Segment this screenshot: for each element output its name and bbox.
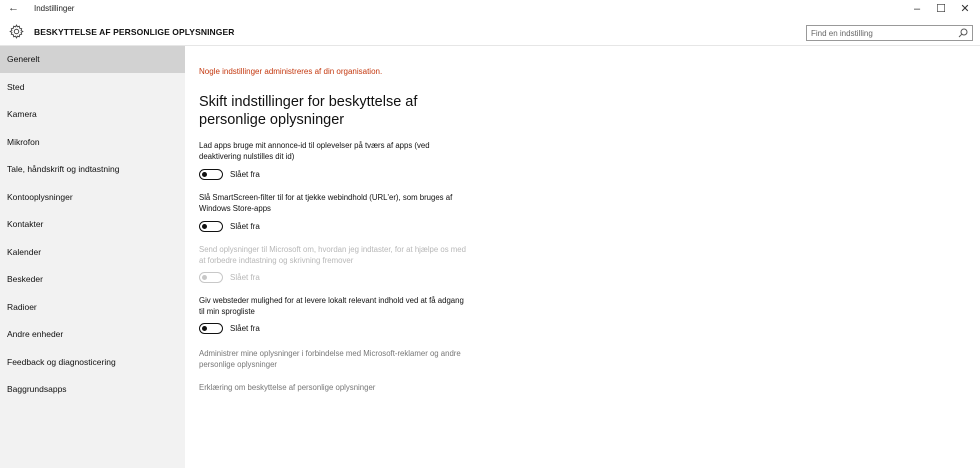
sidebar-item-tale[interactable]: Tale, håndskrift og indtastning (0, 156, 185, 183)
close-button[interactable]: ✕ (955, 2, 975, 16)
window-title: Indstillinger (34, 4, 75, 13)
sidebar-item-baggrundsapps[interactable]: Baggrundsapps (0, 376, 185, 403)
toggle-knob (202, 223, 207, 229)
sidebar-item-sted[interactable]: Sted (0, 74, 185, 101)
back-arrow-icon[interactable]: ← (8, 2, 19, 14)
main-content: Nogle indstillinger administreres af din… (185, 46, 980, 468)
title-bar: ← Indstillinger – ☐ ✕ (0, 0, 980, 18)
search-icon[interactable] (957, 27, 969, 39)
sidebar-item-andre-enheder[interactable]: Andre enheder (0, 321, 185, 348)
maximize-button[interactable]: ☐ (931, 2, 951, 16)
language-list-toggle[interactable] (199, 323, 223, 334)
privacy-statement-link[interactable]: Erklæring om beskyttelse af personlige o… (199, 382, 479, 393)
manage-advertising-link[interactable]: Administrer mine oplysninger i forbindel… (199, 348, 479, 370)
sidebar: Generelt Sted Kamera Mikrofon Tale, hånd… (0, 46, 185, 468)
sidebar-item-kontooplysninger[interactable]: Kontooplysninger (0, 184, 185, 211)
sidebar-item-radioer[interactable]: Radioer (0, 294, 185, 321)
toggle-state-label: Slået fra (230, 324, 260, 333)
search-input[interactable] (811, 27, 951, 39)
setting-description: Send oplysninger til Microsoft om, hvord… (199, 245, 466, 265)
setting-description: Slå SmartScreen-filter til for at tjekke… (199, 193, 453, 213)
sidebar-item-kontakter[interactable]: Kontakter (0, 211, 185, 238)
toggle-state-label: Slået fra (230, 222, 260, 231)
toggle-knob (202, 171, 207, 177)
typing-info-toggle (199, 272, 223, 283)
search-box[interactable] (806, 25, 973, 41)
toggle-state-label: Slået fra (230, 273, 260, 282)
smartscreen-toggle[interactable] (199, 221, 223, 232)
sidebar-item-kamera[interactable]: Kamera (0, 101, 185, 128)
setting-description: Lad apps bruge mit annonce-id til opleve… (199, 141, 430, 161)
sidebar-item-generelt[interactable]: Generelt (0, 46, 185, 73)
sidebar-item-beskeder[interactable]: Beskeder (0, 266, 185, 293)
advertising-id-toggle[interactable] (199, 169, 223, 180)
managed-notice: Nogle indstillinger administreres af din… (199, 67, 383, 76)
setting-description: Giv websteder mulighed for at levere lok… (199, 296, 464, 316)
toggle-knob (202, 325, 207, 331)
minimize-button[interactable]: – (907, 2, 927, 16)
toggle-knob (202, 274, 207, 280)
sidebar-item-kalender[interactable]: Kalender (0, 239, 185, 266)
sidebar-item-feedback[interactable]: Feedback og diagnosticering (0, 349, 185, 376)
page-title: BESKYTTELSE AF PERSONLIGE OPLYSNINGER (34, 27, 235, 37)
toggle-state-label: Slået fra (230, 170, 260, 179)
sidebar-item-mikrofon[interactable]: Mikrofon (0, 129, 185, 156)
section-title: Skift indstillinger for beskyttelse af p… (199, 94, 418, 128)
gear-icon (9, 24, 24, 39)
